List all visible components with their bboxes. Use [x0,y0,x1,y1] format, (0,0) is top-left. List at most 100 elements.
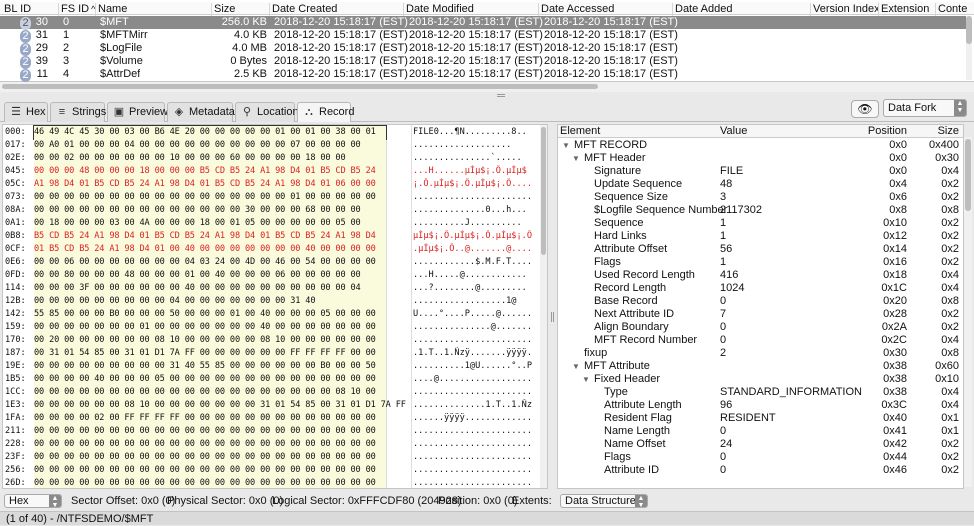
hex-row[interactable]: 1CC: 00 00 00 00 00 00 00 00 00 00 00 00 … [3,386,547,399]
structure-row[interactable]: Attribute ID 0 0x46 0x2 [558,464,963,477]
ascii-text[interactable]: ...H......µÍµ$¡.Ô.µÍµ$ [413,165,533,178]
structure-row[interactable]: Flags 1 0x16 0x2 [558,256,963,269]
disclosure-triangle-icon[interactable]: ▼ [572,360,580,373]
hex-bytes[interactable]: 00 00 00 3F 00 00 00 00 00 00 40 00 00 0… [34,282,386,295]
structure-row[interactable]: $Logfile Sequence Number 2117302 0x8 0x8 [558,204,963,217]
ascii-text[interactable]: ..............0...h... [413,204,533,217]
ascii-text[interactable]: ..........1@U......°..P [413,360,533,373]
hex-bytes[interactable]: 00 00 00 00 00 00 00 00 00 04 00 00 00 0… [34,295,386,308]
hex-bytes[interactable]: 00 00 00 00 40 00 00 00 05 00 00 00 00 0… [34,373,386,386]
file-row[interactable]: 2 39 3 $Volume 0 Bytes 2018-12-20 15:18:17 (E… [0,55,968,69]
hex-row[interactable]: 0E6: 00 00 06 00 00 00 00 00 00 00 04 03 … [3,256,547,269]
column-header[interactable]: Date Modified [404,3,539,16]
hex-bytes[interactable]: 01 B5 CD B5 24 A1 98 D4 01 00 40 00 00 0… [34,243,386,256]
tab-preview[interactable]: ▣ Preview [107,102,168,122]
hex-bytes[interactable]: 55 85 00 00 00 B0 00 00 00 50 00 00 00 0… [34,308,386,321]
ascii-text[interactable]: .1.T..1.Ñzÿ.......ÿÿÿÿ.. [413,347,533,360]
ascii-text[interactable]: .µÍµ$¡.Ô..@.......@.... [413,243,533,256]
ascii-text[interactable]: ....@.................. [413,373,533,386]
hex-row[interactable]: 0FD: 00 00 80 00 00 00 48 00 00 00 01 00 … [3,269,547,282]
tab-metadata[interactable]: ◈ Metadata [167,102,235,122]
structure-row[interactable]: Flags 0 0x44 0x2 [558,451,963,464]
structure-row[interactable]: ▼ MFT Attribute 0x38 0x60 [558,360,963,373]
structure-row[interactable]: Resident Flag RESIDENT 0x40 0x1 [558,412,963,425]
hex-row[interactable]: 114: 00 00 00 3F 00 00 00 00 00 00 40 00 … [3,282,547,295]
mode-select[interactable]: Hex ▲ ▼ [4,494,62,509]
ascii-text[interactable]: µÍµ$¡.Ô.µÍµ$¡.Ô.µÍµ$¡.Ô [413,230,533,243]
hex-row[interactable]: 1FA: 00 00 00 00 02 00 FF FF FF FF 00 00 … [3,412,547,425]
hex-bytes[interactable]: 00 00 02 00 00 00 00 00 00 10 00 00 00 6… [34,152,386,165]
structure-row[interactable]: Align Boundary 0 0x2A 0x2 [558,321,963,334]
structure-row[interactable]: Attribute Length 96 0x3C 0x4 [558,399,963,412]
structure-row[interactable]: ▼ MFT Header 0x0 0x30 [558,152,963,165]
column-header[interactable]: FS ID ^ [59,3,96,16]
hex-row[interactable]: 1B5: 00 00 00 00 40 00 00 00 05 00 00 00 … [3,373,547,386]
hex-bytes[interactable]: 00 00 00 48 00 00 00 18 00 00 00 B5 CD B… [34,165,386,178]
column-header[interactable]: Date Accessed [539,3,673,16]
hex-row[interactable]: 159: 00 00 00 00 00 00 00 01 00 00 00 00 … [3,321,547,334]
column-header[interactable]: Position [868,125,907,138]
vertical-splitter[interactable] [551,312,554,322]
ascii-text[interactable]: ......ÿÿÿÿ............. [413,412,533,425]
hex-row[interactable]: 0B8: B5 CD B5 24 A1 98 D4 01 B5 CD B5 24 … [3,230,547,243]
structure-row[interactable]: MFT Record Number 0 0x2C 0x4 [558,334,963,347]
hex-row[interactable]: 0CF: 01 B5 CD B5 24 A1 98 D4 01 00 40 00 … [3,243,547,256]
tab-hex[interactable]: ☰ Hex [4,102,48,122]
hex-bytes[interactable]: 00 00 00 00 00 00 00 00 00 00 00 00 00 0… [34,464,386,477]
hex-row[interactable]: 23F: 00 00 00 00 00 00 00 00 00 00 00 00 … [3,451,547,464]
hex-bytes[interactable]: 00 00 00 00 02 00 FF FF FF FF 00 00 00 0… [34,412,386,425]
hex-row[interactable]: 02E: 00 00 02 00 00 00 00 00 00 10 00 00 … [3,152,547,165]
hex-bytes[interactable]: 00 18 00 00 00 03 00 4A 00 00 00 18 00 0… [34,217,386,230]
structure-row[interactable]: Type STANDARD_INFORMATION 0x38 0x4 [558,386,963,399]
fork-select[interactable]: Data Fork ▲ ▼ [883,99,967,117]
column-header[interactable]: BL ID [2,3,59,16]
hex-bytes[interactable]: 00 00 00 00 00 00 00 01 00 00 00 00 00 0… [34,321,386,334]
column-header[interactable]: Value [720,125,747,138]
structure-row[interactable]: fixup 2 0x30 0x8 [558,347,963,360]
column-header[interactable]: Extension [879,3,936,16]
ascii-text[interactable]: ............$.M.F.T.... [413,256,533,269]
hex-bytes[interactable]: 00 00 00 00 00 00 00 00 00 00 00 00 00 0… [34,438,386,451]
column-header[interactable]: Version Index [811,3,879,16]
ascii-text[interactable]: U....°....P.....@...... [413,308,533,321]
ascii-text[interactable]: ....................... [413,477,533,488]
disclosure-triangle-icon[interactable]: ▼ [582,373,590,386]
eye-icon[interactable]: 👁 [851,100,879,118]
ascii-text[interactable]: ¡.Ô.µÍµ$¡.Ô.µÍµ$¡.Ô.... [413,178,533,191]
ascii-text[interactable]: ...............`..... [413,152,533,165]
ascii-text[interactable]: ....................... [413,464,533,477]
ascii-text[interactable]: ....................... [413,438,533,451]
file-row[interactable]: 2 31 1 $MFTMirr 4.0 KB 2018-12-20 15:18:17 (E… [0,29,968,43]
hex-bytes[interactable]: 00 00 00 00 00 00 00 00 00 00 00 00 00 0… [34,191,386,204]
hex-row[interactable]: 0A1: 00 18 00 00 00 03 00 4A 00 00 00 18 … [3,217,547,230]
hex-row[interactable]: 142: 55 85 00 00 00 B0 00 00 00 50 00 00 … [3,308,547,321]
hex-row[interactable]: 170: 00 20 00 00 00 00 00 00 08 10 00 00 … [3,334,547,347]
hex-bytes[interactable]: 00 00 80 00 00 00 48 00 00 00 01 00 40 0… [34,269,386,282]
column-header[interactable]: Element [560,125,600,138]
structure-row[interactable]: Hard Links 1 0x12 0x2 [558,230,963,243]
structure-row[interactable]: ▼ Fixed Header 0x38 0x10 [558,373,963,386]
tree-scrollbar[interactable] [964,137,972,487]
hex-bytes[interactable]: 00 00 00 00 00 00 00 00 00 00 00 00 00 0… [34,204,386,217]
hex-row[interactable]: 000: 46 49 4C 45 30 00 03 00 B6 4E 20 00 … [3,125,547,140]
ascii-text[interactable]: ....................... [413,386,533,399]
ascii-text[interactable]: ...?........@......... [413,282,533,295]
ascii-text[interactable]: ....................... [413,451,533,464]
hex-row[interactable]: 187: 00 31 01 54 85 00 31 01 D1 7A FF 00 … [3,347,547,360]
ascii-text[interactable]: ...............@....... [413,321,533,334]
hex-bytes[interactable]: 00 00 00 00 00 00 00 00 00 00 00 00 00 0… [34,451,386,464]
hex-bytes[interactable]: 00 00 00 00 00 00 00 00 00 31 40 55 85 0… [34,360,386,373]
horizontal-splitter[interactable] [497,94,505,97]
structure-row[interactable]: Base Record 0 0x20 0x8 [558,295,963,308]
structure-row[interactable]: Sequence Size 3 0x6 0x2 [558,191,963,204]
structure-tree[interactable]: Element Value Position Size ▼ MFT RECORD 0x0 0… [557,124,964,489]
tab-strings[interactable]: ≡ Strings [50,102,106,122]
tab-record[interactable]: ⛬ Record [297,102,354,122]
ascii-text[interactable]: ................... [413,139,533,152]
structure-row[interactable]: Name Offset 24 0x42 0x2 [558,438,963,451]
ascii-text[interactable]: ...H.....@............ [413,269,533,282]
ascii-text[interactable]: ..........J.......... [413,217,533,230]
hex-scrollbar[interactable] [540,125,547,488]
structure-row[interactable]: Name Length 0 0x41 0x1 [558,425,963,438]
hex-row[interactable]: 12B: 00 00 00 00 00 00 00 00 00 04 00 00 … [3,295,547,308]
